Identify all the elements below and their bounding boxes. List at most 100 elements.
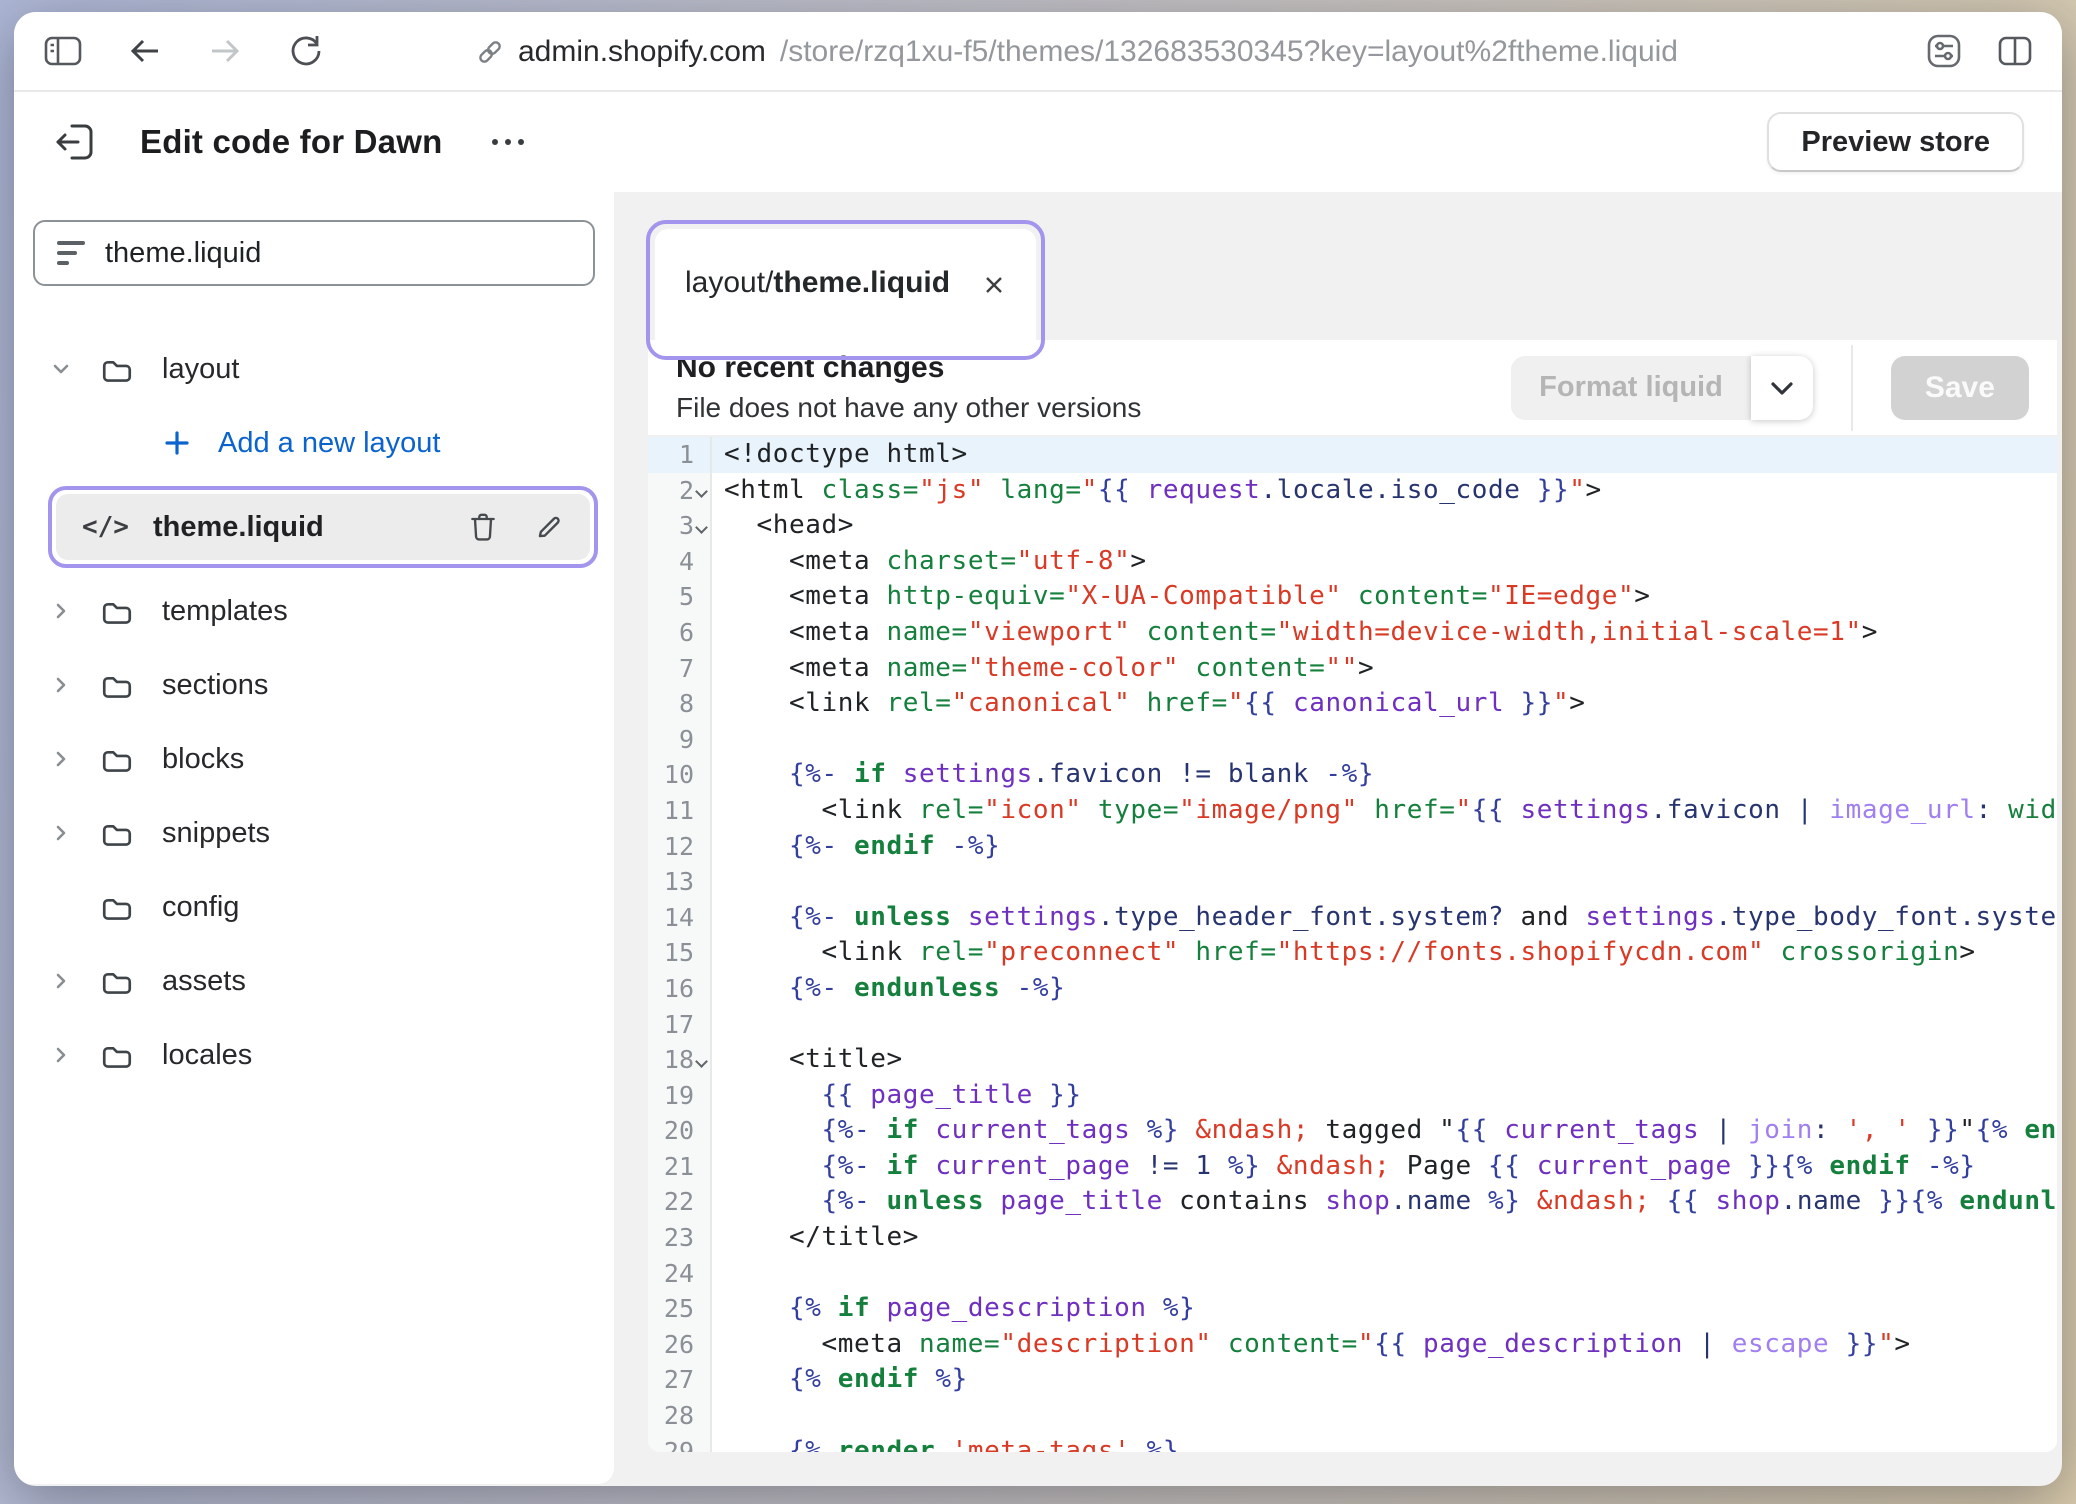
code-line[interactable]: <meta charset="utf-8"> (724, 544, 2057, 580)
tree-item-label: locales (162, 1039, 252, 1072)
code-line[interactable]: {% render 'meta-tags' %} (724, 1434, 2057, 1452)
search-input[interactable] (105, 237, 571, 270)
code-line[interactable]: <meta name="theme-color" content=""> (724, 651, 2057, 687)
code-line[interactable]: {% if page_description %} (724, 1291, 2057, 1327)
line-number: 24 (648, 1256, 710, 1292)
selection-ring: </>theme.liquid (48, 486, 598, 568)
code-line[interactable]: {%- if current_page != 1 %} &ndash; Page… (724, 1149, 2057, 1185)
line-number-gutter: 1234567891011121314151617181920212223242… (648, 437, 712, 1452)
sidebar-item-locales[interactable]: locales (14, 1018, 614, 1092)
chevron-right-icon[interactable] (50, 822, 76, 844)
split-view-icon[interactable] (1998, 35, 2032, 67)
folder-icon (100, 965, 134, 997)
exit-icon[interactable] (52, 121, 96, 163)
back-icon[interactable] (128, 36, 162, 66)
code-area[interactable]: <!doctype html><html class="js" lang="{{… (712, 437, 2057, 1452)
kebab-menu-icon[interactable] (492, 139, 524, 145)
code-line[interactable] (724, 1398, 2057, 1434)
code-line[interactable]: <title> (724, 1042, 2057, 1078)
folder-icon (100, 669, 134, 701)
code-line[interactable]: {{ page_title }} (724, 1078, 2057, 1114)
code-line[interactable]: {%- if current_tags %} &ndash; tagged "{… (724, 1113, 2057, 1149)
chevron-down-button-icon[interactable] (1751, 356, 1813, 420)
editor-panel: No recent changes File does not have any… (648, 340, 2057, 1452)
file-item-selected[interactable]: </>theme.liquid (56, 494, 590, 560)
line-number: 12 (648, 829, 710, 865)
tab-theme-liquid[interactable]: layout/theme.liquid (655, 229, 1036, 351)
line-number: 18 (648, 1042, 710, 1078)
trash-icon[interactable] (468, 511, 498, 543)
code-line[interactable]: <link rel="icon" type="image/png" href="… (724, 793, 2057, 829)
line-number: 11 (648, 793, 710, 829)
sidebar-item-sections[interactable]: sections (14, 648, 614, 722)
line-number: 6 (648, 615, 710, 651)
code-line[interactable]: <link rel="canonical" href="{{ canonical… (724, 686, 2057, 722)
fold-icon[interactable] (695, 521, 708, 534)
sidebar-item-config[interactable]: config (14, 870, 614, 944)
code-editor[interactable]: 1234567891011121314151617181920212223242… (648, 435, 2057, 1452)
toolbar-divider (1851, 345, 1853, 431)
close-icon[interactable] (982, 269, 1006, 297)
folder-icon (100, 353, 134, 385)
code-line[interactable]: <head> (724, 508, 2057, 544)
code-line[interactable]: {%- unless page_title contains shop.name… (724, 1184, 2057, 1220)
line-number: 1 (648, 437, 710, 473)
sidebar-item-assets[interactable]: assets (14, 944, 614, 1018)
url-path: /store/rzq1xu-f5/themes/132683530345?key… (780, 35, 1678, 69)
line-number: 8 (648, 686, 710, 722)
fold-icon[interactable] (695, 1055, 708, 1068)
code-line[interactable]: <link rel="preconnect" href="https://fon… (724, 935, 2057, 971)
forward-icon[interactable] (208, 36, 242, 66)
sidebar-toggle-icon[interactable] (44, 35, 82, 67)
add-new-layout-button[interactable]: Add a new layout (14, 406, 614, 480)
chevron-down-icon[interactable] (50, 358, 76, 380)
code-line[interactable]: <html class="js" lang="{{ request.locale… (724, 473, 2057, 509)
save-button[interactable]: Save (1891, 356, 2029, 420)
chevron-right-icon[interactable] (50, 748, 76, 770)
sidebar-item-layout[interactable]: layout (14, 332, 614, 406)
url-bar[interactable]: admin.shopify.com/store/rzq1xu-f5/themes… (476, 12, 1678, 92)
line-number: 17 (648, 1007, 710, 1043)
tree-action-label: Add a new layout (218, 427, 440, 460)
line-number: 13 (648, 864, 710, 900)
line-number: 5 (648, 579, 710, 615)
fold-icon[interactable] (695, 485, 708, 498)
pencil-icon[interactable] (534, 512, 564, 542)
line-number: 26 (648, 1327, 710, 1363)
line-number: 14 (648, 900, 710, 936)
sidebar-item-blocks[interactable]: blocks (14, 722, 614, 796)
chevron-right-icon[interactable] (50, 600, 76, 622)
code-line[interactable]: <meta name="description" content="{{ pag… (724, 1327, 2057, 1363)
code-line[interactable] (724, 1007, 2057, 1043)
code-line[interactable]: <!doctype html> (712, 437, 2057, 473)
code-line[interactable]: {%- endunless -%} (724, 971, 2057, 1007)
tree-item-label: sections (162, 669, 268, 702)
page-settings-icon[interactable] (1926, 34, 1962, 68)
code-line[interactable]: {%- if settings.favicon != blank -%} (724, 757, 2057, 793)
file-search[interactable] (33, 220, 595, 286)
filter-icon (57, 241, 85, 265)
code-file-icon: </> (82, 512, 129, 542)
code-line[interactable]: </title> (724, 1220, 2057, 1256)
sidebar-item-templates[interactable]: templates (14, 574, 614, 648)
chevron-right-icon[interactable] (50, 674, 76, 696)
tree-item-label: config (162, 891, 239, 924)
format-liquid-button[interactable]: Format liquid (1511, 356, 1813, 420)
code-line[interactable]: <meta http-equiv="X-UA-Compatible" conte… (724, 579, 2057, 615)
line-number: 29 (648, 1434, 710, 1452)
reload-icon[interactable] (288, 33, 324, 69)
code-line[interactable] (724, 722, 2057, 758)
code-line[interactable] (724, 864, 2057, 900)
plus-icon (162, 428, 192, 458)
code-line[interactable]: {% endif %} (724, 1362, 2057, 1398)
code-line[interactable]: {%- unless settings.type_header_font.sys… (724, 900, 2057, 936)
tab-selection-ring: layout/theme.liquid (646, 220, 1045, 360)
preview-store-button[interactable]: Preview store (1767, 112, 2024, 172)
chevron-right-icon[interactable] (50, 1044, 76, 1066)
chevron-right-icon[interactable] (50, 970, 76, 992)
file-tree: layout Add a new layout </>theme.liquid tem… (14, 332, 614, 1092)
code-line[interactable] (724, 1256, 2057, 1292)
code-line[interactable]: {%- endif -%} (724, 829, 2057, 865)
code-line[interactable]: <meta name="viewport" content="width=dev… (724, 615, 2057, 651)
sidebar-item-snippets[interactable]: snippets (14, 796, 614, 870)
